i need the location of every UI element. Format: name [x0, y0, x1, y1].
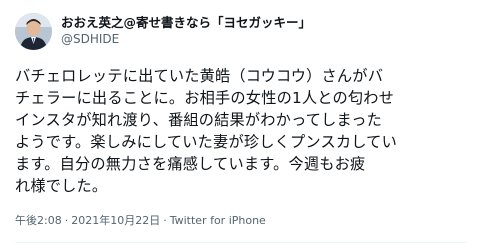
avatar[interactable]	[15, 12, 52, 50]
tweet-text-line: ようです。楽しみにしていた妻が珍しくプンスカしてい	[15, 133, 397, 151]
tweet-card: おおえ英之@寄せ書きなら「ヨセガッキー」 @SDHIDE バチェロレッテに出てい…	[0, 0, 482, 243]
author-handle[interactable]: @SDHIDE	[61, 32, 311, 47]
tweet-date[interactable]: 2021年10月22日	[71, 214, 160, 227]
tweet-text-line: バチェロレッテに出ていた黄皓（コウコウ）さんがバ	[15, 67, 384, 85]
tweet-source[interactable]: Twitter for iPhone	[170, 214, 266, 227]
tweet-text-line: チェラーに出ることに。お相手の女性の1人との匂わせ	[15, 89, 395, 107]
author-info: おおえ英之@寄せ書きなら「ヨセガッキー」 @SDHIDE	[61, 15, 311, 47]
meta-separator: ·	[163, 214, 167, 227]
tweet-time[interactable]: 午後2:08	[15, 214, 62, 227]
tweet-text: バチェロレッテに出ていた黄皓（コウコウ）さんがバ チェラーに出ることに。お相手の女…	[15, 65, 467, 197]
tweet-text-line: れ様でした。	[15, 177, 108, 195]
author-display-name[interactable]: おおえ英之@寄せ書きなら「ヨセガッキー」	[61, 15, 311, 31]
tweet-header: おおえ英之@寄せ書きなら「ヨセガッキー」 @SDHIDE	[15, 11, 467, 51]
meta-separator: ·	[64, 214, 69, 227]
tweet-text-line: ます。自分の無力さを痛感しています。今週もお疲	[15, 155, 366, 173]
profile-photo-icon	[15, 12, 52, 50]
tweet-text-line: インスタが知れ渡り、番組の結果がわかってしまった	[15, 111, 383, 129]
tweet-metadata: 午後2:08 · 2021年10月22日 · Twitter for iPhone	[15, 212, 266, 228]
